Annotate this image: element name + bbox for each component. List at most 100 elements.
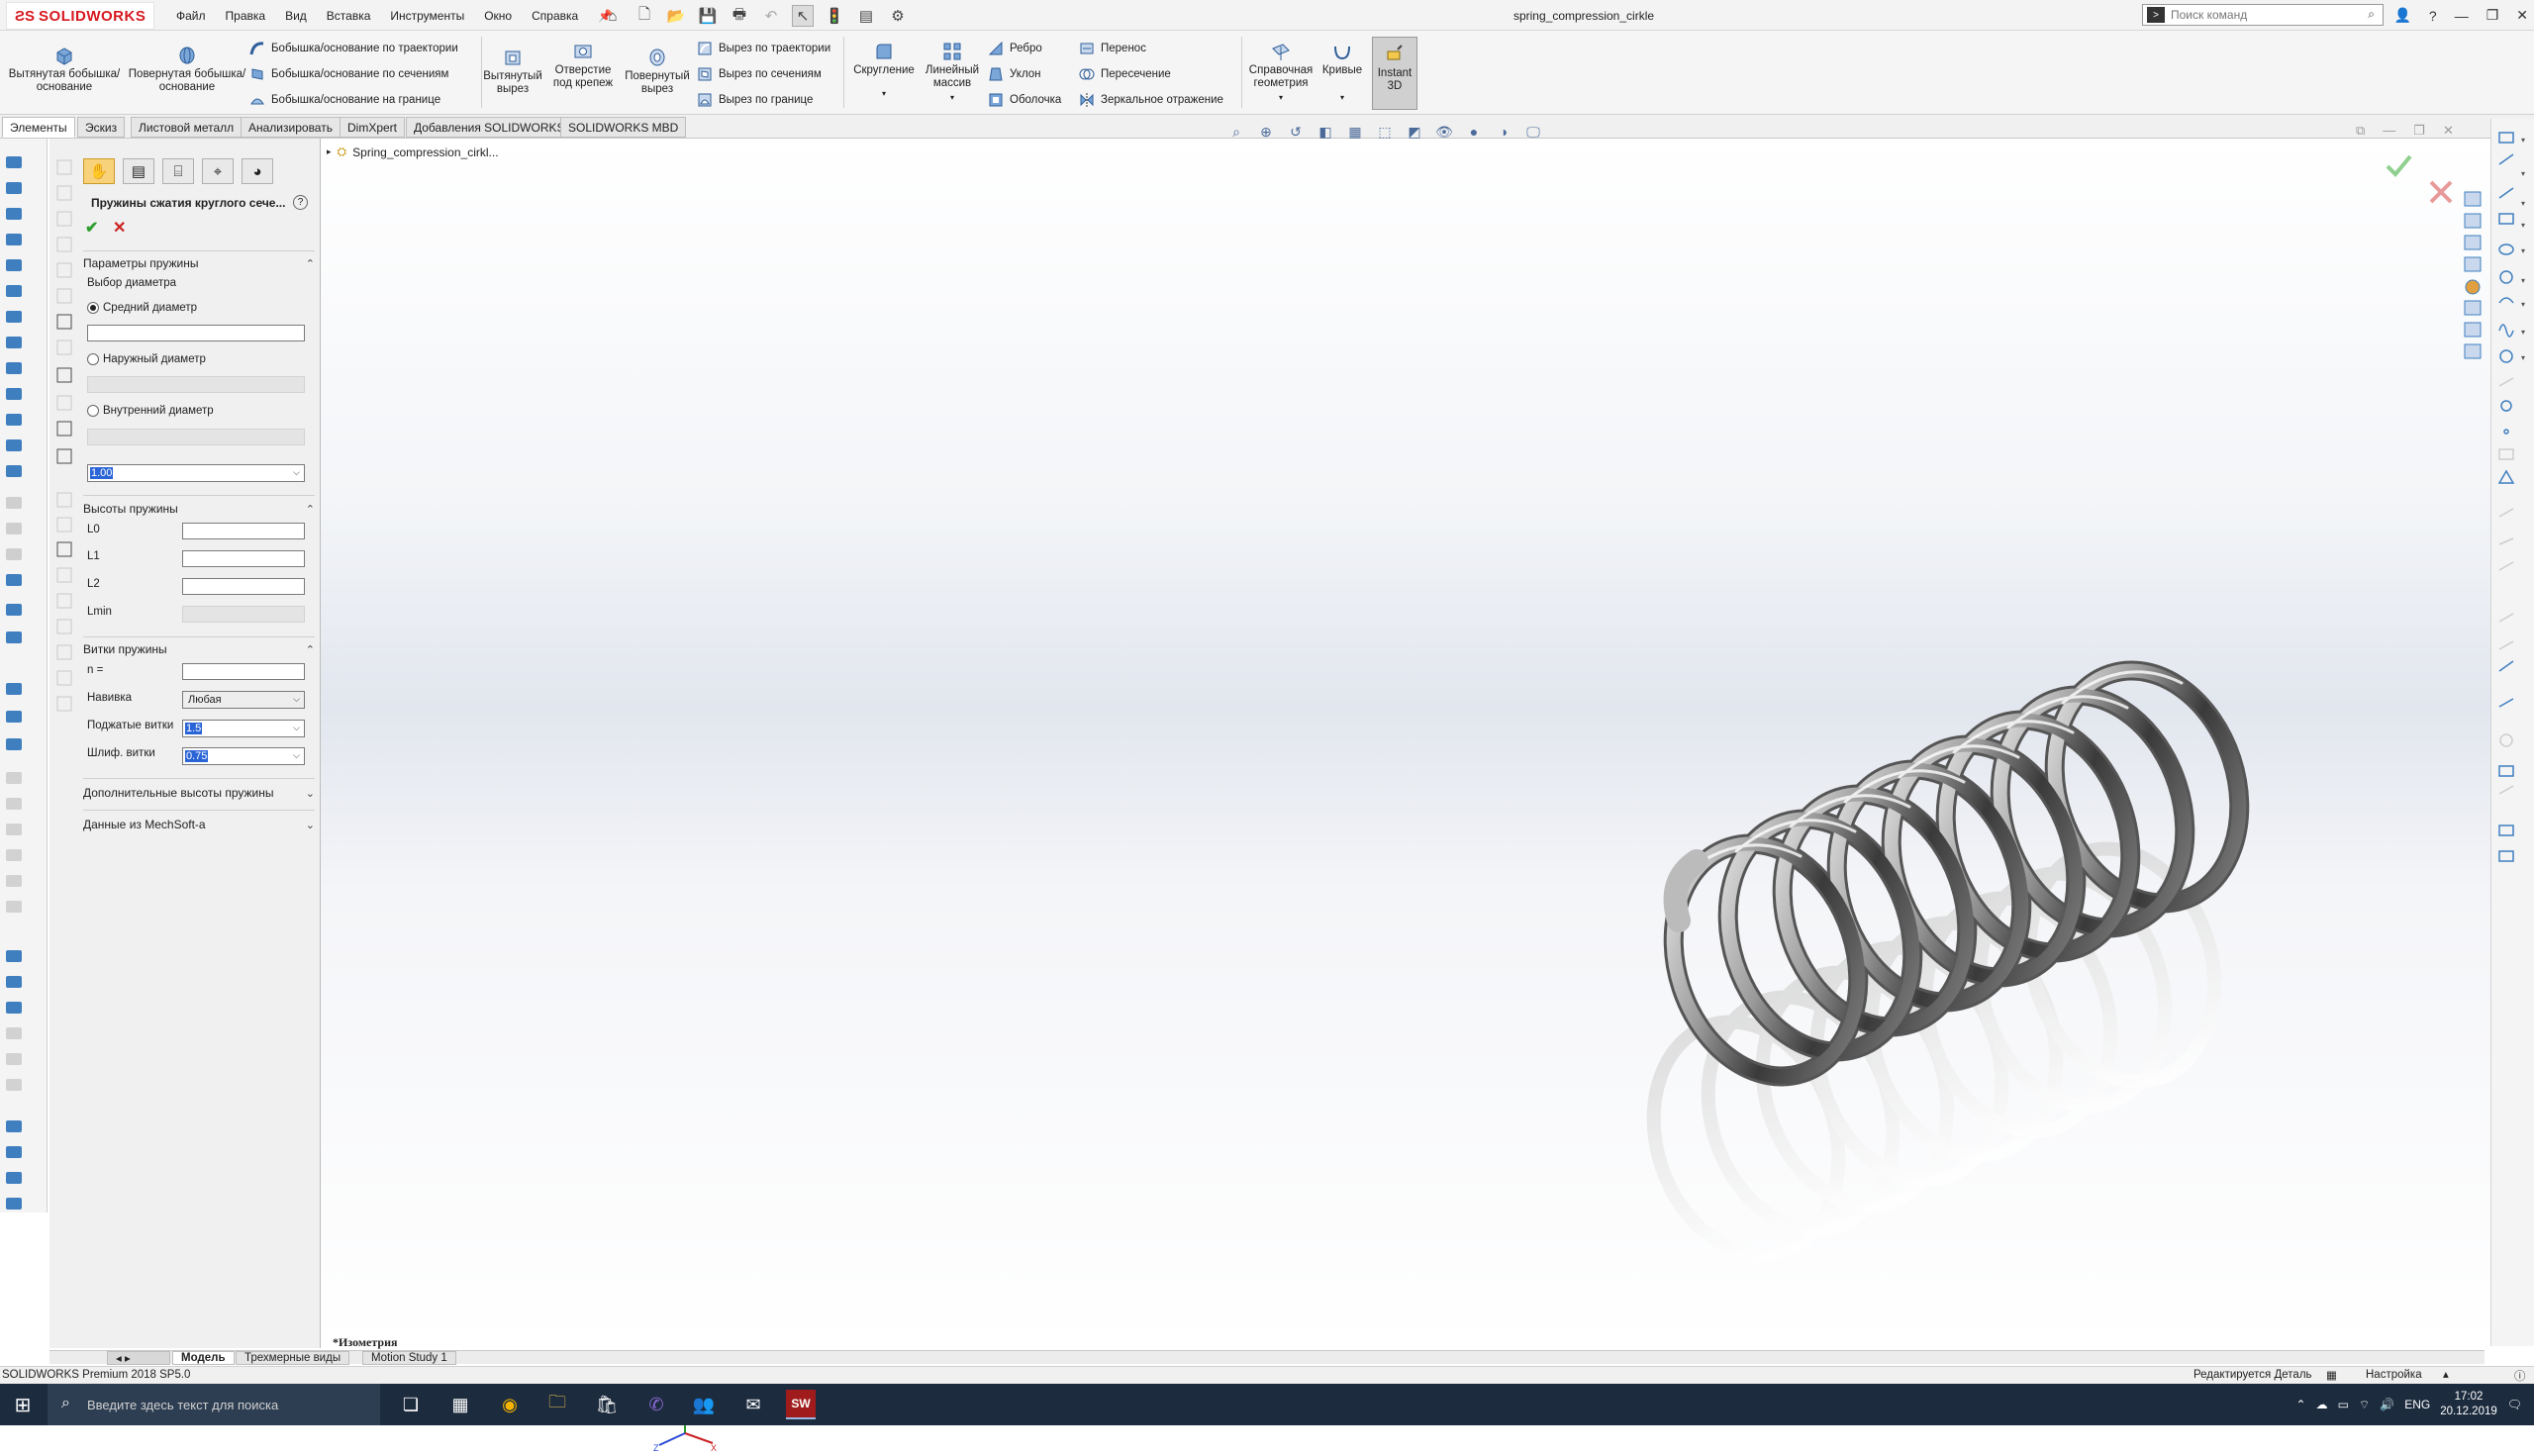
menu-tools[interactable]: Инструменты	[390, 9, 464, 23]
volume-icon[interactable]: 🔊	[2380, 1398, 2394, 1411]
notifications-icon[interactable]: 🗨	[2507, 1398, 2522, 1411]
boundary-cut-button[interactable]: Вырез по границе	[697, 90, 813, 110]
chrome-icon[interactable]: ◉	[495, 1390, 525, 1419]
close-icon[interactable]: ✕	[2516, 7, 2528, 24]
taskbar-search-input[interactable]: ⌕ Введите здесь текст для поиска	[48, 1384, 380, 1425]
previous-view-icon[interactable]: ↺	[1287, 123, 1305, 141]
help-icon[interactable]: ?	[2429, 8, 2437, 24]
swept-boss-button[interactable]: Бобышка/основание по траектории	[249, 39, 458, 58]
display-style-icon[interactable]: ◩	[1406, 123, 1423, 141]
chevron-down-icon[interactable]: ⌵	[293, 723, 300, 733]
solidworks-logo[interactable]: ƧS SOLIDWORKS	[6, 2, 154, 30]
l1-input[interactable]	[182, 550, 305, 567]
open-icon[interactable]: 📂	[665, 5, 687, 27]
mirror-button[interactable]: Зеркальное отражение	[1079, 90, 1223, 110]
linear-pattern-dropdown-icon[interactable]: ▾	[950, 91, 954, 104]
confirm-corner-accept-icon[interactable]	[2384, 150, 2413, 180]
section-view-icon[interactable]: ◧	[1316, 123, 1334, 141]
restore-icon[interactable]: ❐	[2486, 7, 2499, 24]
units-dropdown-icon[interactable]: ▴	[2443, 1367, 2449, 1381]
configuration-manager-tab-icon[interactable]: ⌸	[162, 158, 194, 184]
fillet-button[interactable]: Скругление ▾	[849, 41, 919, 100]
tray-expand-icon[interactable]: ⌃	[2296, 1398, 2306, 1411]
tab-motion-study[interactable]: Motion Study 1	[362, 1351, 456, 1365]
intersect-button[interactable]: Пересечение	[1079, 64, 1171, 84]
draft-button[interactable]: Уклон	[988, 64, 1041, 84]
language-indicator[interactable]: ENG	[2404, 1398, 2430, 1411]
zoom-to-fit-icon[interactable]: ⌕	[1227, 123, 1245, 141]
menu-file[interactable]: Файл	[176, 9, 206, 23]
status-help-icon[interactable]: ⓘ	[2514, 1368, 2526, 1384]
minimize-icon[interactable]: —	[2455, 8, 2469, 24]
tab-scroll-controls[interactable]: ◂ ▸	[107, 1351, 170, 1365]
viber-icon[interactable]: ✆	[641, 1390, 671, 1419]
options-gear-icon[interactable]: ⚙	[887, 5, 909, 27]
wrap-button[interactable]: Перенос	[1079, 39, 1146, 58]
view-orientation-icon[interactable]: ⬚	[1376, 123, 1394, 141]
status-settings[interactable]: Настройка	[2366, 1369, 2422, 1381]
inner-diameter-radio[interactable]	[87, 405, 99, 417]
help-button[interactable]: ?	[293, 195, 308, 210]
tab-features[interactable]: Элементы	[2, 117, 75, 138]
lofted-cut-button[interactable]: Вырез по сечениям	[697, 64, 822, 84]
section-mechsoft[interactable]: Данные из MechSoft-a ⌄	[83, 815, 315, 834]
rib-button[interactable]: Ребро	[988, 39, 1042, 58]
battery-icon[interactable]: ▭	[2338, 1398, 2349, 1411]
lofted-boss-button[interactable]: Бобышка/основание по сечениям	[249, 64, 448, 84]
display-manager-tab-icon[interactable]: ◕	[242, 158, 273, 184]
mean-diameter-input[interactable]	[87, 325, 305, 341]
collapse-chevron-icon[interactable]: ⌃	[306, 643, 315, 656]
chevron-down-icon[interactable]: ⌵	[293, 467, 300, 478]
cancel-button[interactable]: ✕	[113, 218, 126, 238]
file-explorer-icon[interactable]: 🗀	[542, 1390, 572, 1419]
viewport-close-icon[interactable]: ✕	[2443, 123, 2454, 139]
revolved-cut-button[interactable]: Повернутый вырез	[624, 47, 691, 96]
save-icon[interactable]: 💾	[697, 5, 719, 27]
menu-view[interactable]: Вид	[285, 9, 307, 23]
file-properties-icon[interactable]: ▤	[855, 5, 877, 27]
clock[interactable]: 17:02 20.12.2019	[2440, 1390, 2497, 1419]
task-view-icon[interactable]: ❏	[396, 1390, 426, 1419]
onedrive-icon[interactable]: ☁	[2316, 1398, 2328, 1411]
dynamic-annotation-icon[interactable]: ▦	[1346, 123, 1364, 141]
tab-addins[interactable]: Добавления SOLIDWORKS	[406, 117, 573, 138]
collapse-chevron-icon[interactable]: ⌃	[306, 257, 315, 270]
tree-expand-icon[interactable]: ▸	[327, 146, 332, 157]
collapse-chevron-icon[interactable]: ⌃	[306, 503, 315, 516]
section-extra-heights[interactable]: Дополнительные высоты пружины ⌄	[83, 783, 315, 803]
menu-help[interactable]: Справка	[532, 9, 578, 23]
undo-icon[interactable]: ↶	[760, 5, 782, 27]
feature-manager-tab-icon[interactable]: ▤	[123, 158, 154, 184]
l0-input[interactable]	[182, 523, 305, 539]
wire-diameter-combo[interactable]: 1.00 ⌵	[87, 464, 305, 482]
hide-show-items-icon[interactable]: 👁	[1435, 123, 1453, 141]
reference-geometry-button[interactable]: Справочная геометрия ▾	[1245, 41, 1316, 104]
view-settings-icon[interactable]: 🖵	[1524, 123, 1542, 141]
extruded-boss-button[interactable]: Вытянутая бобышка/основание	[8, 45, 121, 94]
revolved-boss-button[interactable]: Повернутая бобышка/основание	[127, 45, 247, 94]
user-icon[interactable]: 👤	[2393, 7, 2410, 24]
store-icon[interactable]: 🛍	[592, 1390, 622, 1419]
expand-chevron-icon[interactable]: ⌄	[306, 787, 315, 800]
section-spring-params[interactable]: Параметры пружины ⌃	[83, 253, 315, 273]
chevron-down-icon[interactable]: ⌵	[293, 694, 300, 705]
solidworks-taskbar-icon[interactable]: SW	[786, 1390, 816, 1419]
zoom-to-area-icon[interactable]: ⊕	[1257, 123, 1275, 141]
tab-mbd[interactable]: SOLIDWORKS MBD	[560, 117, 687, 138]
tree-part-name[interactable]: Spring_compression_cirkl...	[352, 146, 498, 159]
select-pointer-icon[interactable]: ↖	[792, 5, 814, 27]
reference-geometry-dropdown-icon[interactable]: ▾	[1279, 91, 1283, 104]
menu-window[interactable]: Окно	[484, 9, 512, 23]
expand-chevron-icon[interactable]: ⌄	[306, 819, 315, 831]
closed-coils-combo[interactable]: 1.5 ⌵	[182, 720, 305, 737]
curves-button[interactable]: Кривые ▾	[1318, 41, 1366, 104]
print-icon[interactable]: 🖶	[729, 5, 750, 27]
swept-cut-button[interactable]: Вырез по траектории	[697, 39, 830, 58]
search-commands-input[interactable]: > Поиск команд ⌕	[2142, 4, 2384, 26]
tab-sketch[interactable]: Эскиз	[77, 117, 126, 138]
edit-appearance-icon[interactable]: ●	[1465, 123, 1483, 141]
extruded-cut-button[interactable]: Вытянутый вырез	[483, 47, 542, 96]
tab-3d-views[interactable]: Трехмерные виды	[236, 1351, 350, 1365]
shell-button[interactable]: Оболочка	[988, 90, 1061, 110]
ok-button[interactable]: ✔	[85, 218, 98, 238]
